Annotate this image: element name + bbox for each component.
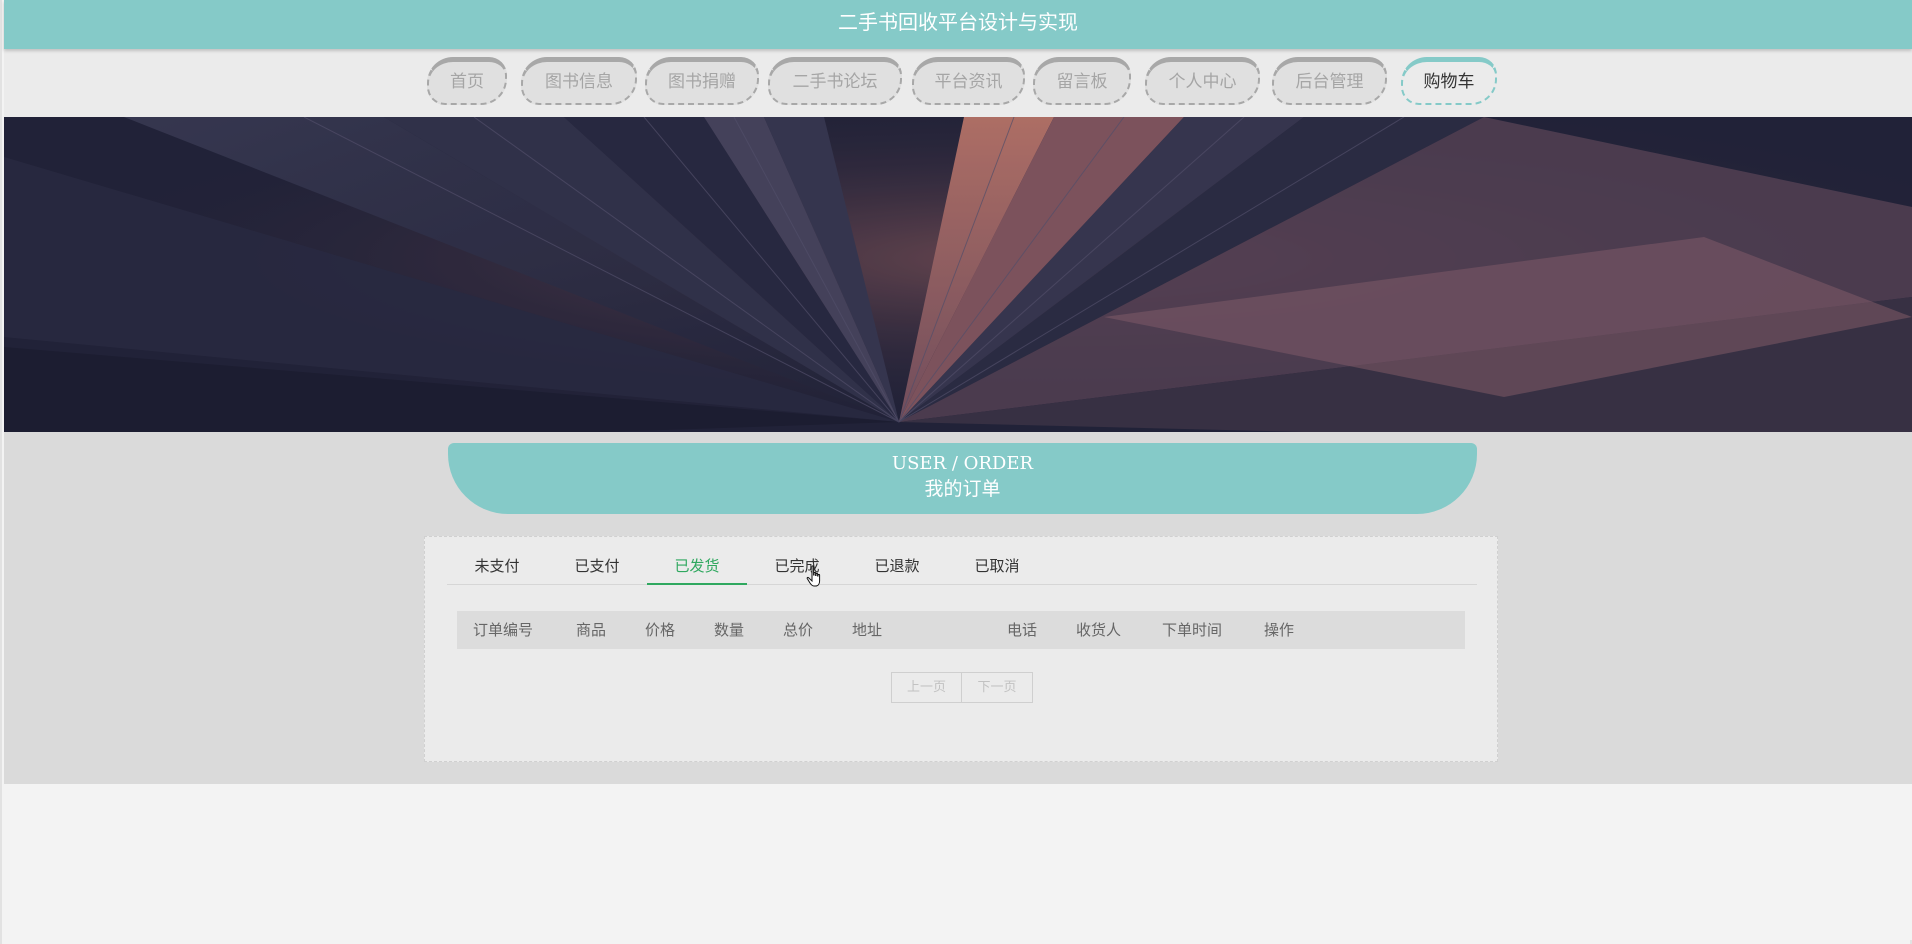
nav-item-book-donation[interactable]: 图书捐赠: [645, 57, 759, 105]
nav-item-news[interactable]: 平台资讯: [912, 57, 1025, 105]
column-header-total: 总价: [783, 621, 814, 639]
nav-item-message-board[interactable]: 留言板: [1033, 57, 1131, 105]
column-header-order-no: 订单编号: [473, 621, 534, 639]
column-header-price: 价格: [645, 621, 676, 639]
column-header-phone: 电话: [1007, 621, 1038, 639]
site-title-bar: 二手书回收平台设计与实现: [4, 0, 1912, 49]
site-title: 二手书回收平台设计与实现: [838, 10, 1078, 34]
open-book-illustration: [4, 117, 1912, 432]
nav-item-user-center[interactable]: 个人中心: [1145, 57, 1260, 105]
page: 二手书回收平台设计与实现 首页 图书信息 图书捐赠 二手书论坛 平台资讯 留言板…: [0, 0, 1912, 944]
order-table-header: 订单编号 商品 价格 数量 总价 地址 电话 收货人 下单时间 操作: [457, 611, 1465, 649]
prev-page-button[interactable]: 上一页: [891, 672, 962, 703]
column-header-quantity: 数量: [714, 621, 745, 639]
tab-shipped[interactable]: 已发货: [647, 547, 747, 585]
pagination: 上一页 下一页: [891, 672, 1033, 703]
footer: [4, 784, 1912, 940]
tab-completed[interactable]: 已完成: [747, 547, 847, 585]
tab-paid[interactable]: 已支付: [547, 547, 647, 585]
tab-unpaid[interactable]: 未支付: [447, 547, 547, 585]
next-page-button[interactable]: 下一页: [962, 672, 1033, 703]
order-panel: 未支付 已支付 已发货 已完成 已退款 已取消 订单编号 商品 价格 数量 总价…: [424, 536, 1498, 762]
nav-item-home[interactable]: 首页: [427, 57, 507, 105]
tab-cancelled[interactable]: 已取消: [947, 547, 1047, 585]
column-header-address: 地址: [852, 621, 883, 639]
section-header: USER / ORDER 我的订单: [448, 443, 1477, 514]
nav-item-cart[interactable]: 购物车: [1401, 57, 1497, 105]
column-header-receiver: 收货人: [1076, 621, 1122, 639]
section-title-en: USER / ORDER: [891, 453, 1034, 474]
main-nav: 首页 图书信息 图书捐赠 二手书论坛 平台资讯 留言板 个人中心 后台管理 购物…: [4, 49, 1912, 117]
hand-cursor-icon: [806, 565, 821, 587]
column-header-actions: 操作: [1264, 621, 1295, 639]
nav-item-admin[interactable]: 后台管理: [1272, 57, 1387, 105]
tab-refunded[interactable]: 已退款: [847, 547, 947, 585]
order-status-tabs: 未支付 已支付 已发货 已完成 已退款 已取消: [447, 547, 1477, 585]
section-title-cn: 我的订单: [924, 478, 1001, 500]
nav-item-forum[interactable]: 二手书论坛: [768, 57, 902, 105]
column-header-order-time: 下单时间: [1162, 621, 1223, 639]
nav-item-book-info[interactable]: 图书信息: [521, 57, 637, 105]
banner-image: [4, 117, 1912, 432]
column-header-product: 商品: [576, 621, 607, 639]
